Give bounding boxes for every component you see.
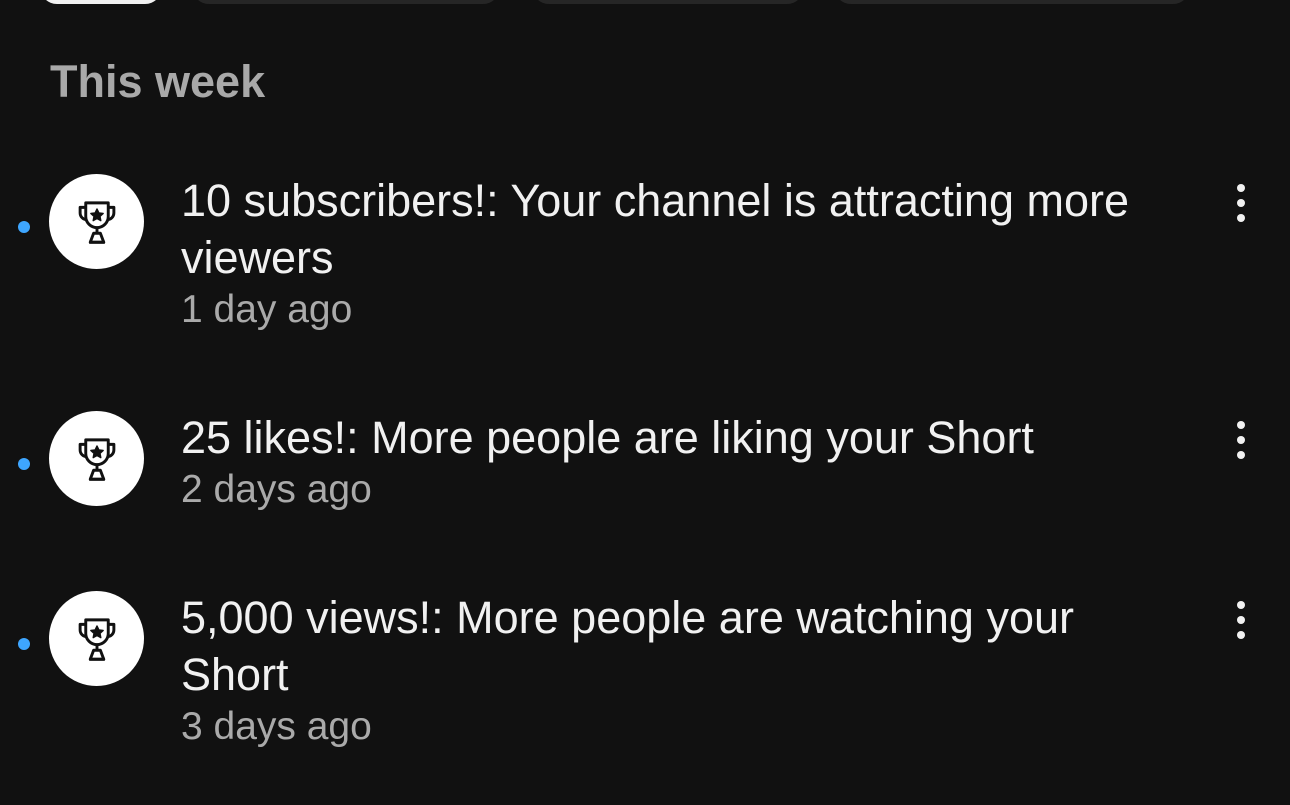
more-vert-icon-dot: [1237, 631, 1245, 639]
more-options-button[interactable]: [1220, 595, 1262, 645]
trophy-icon: [78, 200, 115, 244]
unread-indicator-dot: [18, 458, 30, 470]
notification-timestamp: 3 days ago: [181, 705, 372, 748]
more-options-button[interactable]: [1220, 415, 1262, 465]
notification-timestamp: 2 days ago: [181, 468, 372, 511]
more-vert-icon: [1237, 601, 1245, 609]
section-title: This week: [50, 56, 266, 107]
notification-timestamp: 1 day ago: [181, 288, 353, 331]
trophy-icon: [78, 437, 115, 481]
filter-chip[interactable]: [834, 0, 1190, 4]
trophy-icon: [78, 617, 115, 661]
trophy-avatar: [49, 411, 144, 506]
unread-indicator-dot: [18, 638, 30, 650]
trophy-avatar: [49, 174, 144, 269]
more-vert-icon-dot: [1237, 616, 1245, 624]
notification-title: 25 likes!: More people are liking your S…: [181, 412, 1034, 463]
more-vert-icon-dot: [1237, 199, 1245, 207]
filter-chip-bar: [0, 0, 1290, 6]
more-vert-icon-dot: [1237, 214, 1245, 222]
trophy-avatar: [49, 591, 144, 686]
more-vert-icon: [1237, 421, 1245, 429]
more-vert-icon-dot: [1237, 436, 1245, 444]
more-vert-icon-dot: [1237, 451, 1245, 459]
filter-chip[interactable]: [192, 0, 500, 4]
filter-chip-selected[interactable]: [40, 0, 162, 4]
more-options-button[interactable]: [1220, 178, 1262, 228]
more-vert-icon: [1237, 184, 1245, 192]
notification-title: 10 subscribers!: Your channel is attract…: [181, 175, 1130, 283]
notification-title: 5,000 views!: More people are watching y…: [181, 592, 1074, 700]
filter-chip[interactable]: [532, 0, 804, 4]
unread-indicator-dot: [18, 221, 30, 233]
